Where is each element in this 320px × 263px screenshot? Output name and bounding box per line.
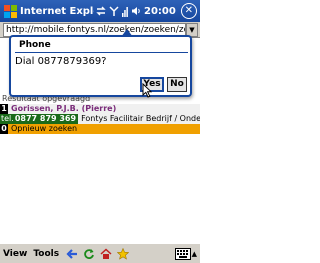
- result-person-row[interactable]: 1 Gorissen, P.J.B. (Pierre): [0, 104, 200, 114]
- signal-strength-icon: [122, 6, 128, 17]
- phone-label: tel.: [0, 114, 15, 124]
- phone-dialog: Phone Dial 0877879369? Yes No: [9, 29, 192, 97]
- mouse-pointer-icon: [142, 83, 152, 98]
- favorites-star-icon[interactable]: [116, 247, 130, 261]
- search-again-index: 0: [0, 124, 8, 134]
- close-button[interactable]: ✕: [180, 3, 197, 19]
- back-icon[interactable]: [65, 247, 79, 261]
- status-icons[interactable]: [96, 5, 141, 17]
- search-again-row[interactable]: 0 Opnieuw zoeken: [0, 124, 200, 134]
- search-again-link[interactable]: Opnieuw zoeken: [8, 124, 77, 134]
- person-index: 1: [0, 104, 8, 114]
- organisation-text: Fontys Facilitair Bedrijf / Onderwijs: [81, 114, 200, 123]
- app-title: Internet Explorer: [20, 5, 94, 17]
- tools-menu[interactable]: Tools: [30, 249, 62, 259]
- signal-antenna-icon: [109, 5, 119, 16]
- person-name-link[interactable]: Gorissen, P.J.B. (Pierre): [8, 104, 116, 114]
- connectivity-icon: [96, 6, 106, 16]
- view-menu[interactable]: View: [0, 249, 30, 259]
- windows-flag-icon: [3, 4, 17, 18]
- speaker-icon: [132, 7, 140, 15]
- title-bar: Internet Explorer 20:00 ✕: [0, 0, 200, 22]
- result-phone-row: tel. 0877 879 369 Fontys Facilitair Bedr…: [0, 114, 200, 124]
- dialog-title: Phone: [19, 40, 51, 50]
- refresh-icon[interactable]: [82, 247, 96, 261]
- no-button[interactable]: No: [167, 77, 187, 92]
- clock[interactable]: 20:00: [144, 6, 176, 17]
- dialog-divider: [15, 52, 188, 53]
- start-button[interactable]: [0, 0, 20, 22]
- keyboard-icon[interactable]: [174, 247, 191, 260]
- dialog-pointer: [121, 29, 133, 37]
- home-icon[interactable]: [99, 247, 113, 261]
- menu-bar: View Tools ▲: [0, 243, 200, 263]
- dialog-message: Dial 0877879369?: [15, 56, 107, 67]
- input-selector-arrow[interactable]: ▲: [192, 250, 197, 258]
- phone-number-link[interactable]: 0877 879 369: [14, 114, 79, 124]
